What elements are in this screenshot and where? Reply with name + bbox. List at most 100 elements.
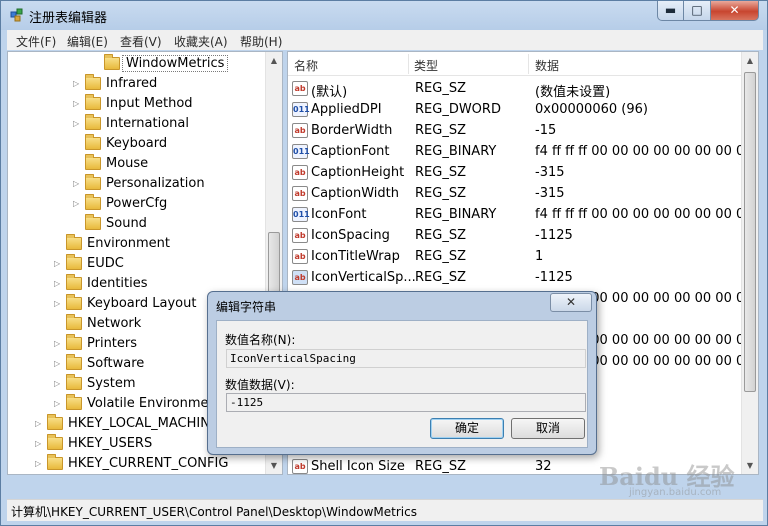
expand-arrow-icon[interactable]: ▷	[73, 179, 81, 188]
folder-icon	[66, 294, 82, 310]
expand-arrow-icon[interactable]: ▷	[54, 359, 62, 368]
binary-value-icon: 011	[292, 207, 310, 222]
folder-icon	[85, 114, 101, 130]
tree-item-label: Personalization	[106, 176, 205, 191]
expand-arrow-icon[interactable]: ▷	[35, 439, 43, 448]
value-type: REG_SZ	[415, 81, 466, 96]
string-value-icon: ab	[292, 228, 308, 243]
expand-arrow-icon[interactable]: ▷	[54, 279, 62, 288]
value-type: REG_SZ	[415, 123, 466, 138]
value-data-field[interactable]: -1125	[226, 393, 586, 412]
dialog-close-button[interactable]: ✕	[550, 293, 592, 312]
string-value-icon: ab	[292, 249, 308, 264]
value-type: REG_SZ	[415, 165, 466, 180]
value-type: REG_SZ	[415, 459, 466, 474]
value-type: REG_SZ	[415, 228, 466, 243]
tree-item-label: HKEY_LOCAL_MACHINE	[68, 416, 219, 431]
column-header-name[interactable]: 名称	[294, 57, 318, 74]
folder-icon	[66, 234, 82, 250]
folder-icon	[66, 314, 82, 330]
folder-icon	[66, 274, 82, 290]
value-row[interactable]: ab (默认) REG_SZ (数值未设置)	[288, 78, 743, 100]
value-row[interactable]: ab BorderWidth REG_SZ -15	[288, 120, 743, 141]
expand-arrow-icon[interactable]: ▷	[54, 259, 62, 268]
expand-arrow-icon[interactable]: ▷	[54, 339, 62, 348]
ok-button[interactable]: 确定	[430, 418, 504, 439]
cancel-button[interactable]: 取消	[511, 418, 585, 439]
tree-item-infrared[interactable]: ▷ Infrared	[8, 74, 266, 94]
scroll-down-icon[interactable]: ▼	[266, 457, 282, 474]
menu-help[interactable]: 帮助(H)	[240, 33, 282, 50]
watermark-url: jingyan.baidu.com	[629, 487, 722, 498]
tree-item-input-method[interactable]: ▷ Input Method	[8, 94, 266, 114]
menu-edit[interactable]: 编辑(E)	[67, 33, 108, 50]
expand-arrow-icon[interactable]: ▷	[54, 299, 62, 308]
menu-view[interactable]: 查看(V)	[120, 33, 162, 50]
scroll-up-icon[interactable]: ▲	[266, 52, 282, 69]
value-name: IconVerticalSp...	[311, 270, 416, 285]
tree-item-windowmetrics[interactable]: WindowMetrics	[8, 54, 266, 74]
expand-arrow-icon[interactable]: ▷	[54, 379, 62, 388]
tree-item-label: HKEY_USERS	[68, 436, 153, 451]
folder-icon	[66, 354, 82, 370]
value-row[interactable]: ab IconTitleWrap REG_SZ 1	[288, 246, 743, 267]
tree-item-hkey-current-config[interactable]: ▷ HKEY_CURRENT_CONFIG	[8, 454, 266, 474]
expand-arrow-icon[interactable]: ▷	[73, 119, 81, 128]
registry-editor-window: 注册表编辑器 ▬ □ ✕ 文件(F) 编辑(E) 查看(V) 收藏夹(A) 帮助…	[0, 0, 768, 526]
scrollbar-thumb[interactable]	[744, 72, 756, 392]
value-row[interactable]: ab IconSpacing REG_SZ -1125	[288, 225, 743, 246]
current-key-path: 计算机\HKEY_CURRENT_USER\Control Panel\Desk…	[11, 505, 417, 519]
value-data: (数值未设置)	[535, 85, 611, 100]
column-divider[interactable]	[408, 54, 409, 74]
expand-arrow-icon[interactable]: ▷	[35, 459, 43, 468]
tree-item-international[interactable]: ▷ International	[8, 114, 266, 134]
column-header-type[interactable]: 类型	[414, 57, 438, 74]
binary-value-icon: 011	[292, 102, 310, 117]
value-name: AppliedDPI	[311, 102, 382, 117]
value-row[interactable]: ab CaptionHeight REG_SZ -315	[288, 162, 743, 183]
value-row[interactable]: ab CaptionWidth REG_SZ -315	[288, 183, 743, 204]
close-button[interactable]: ✕	[711, 1, 759, 21]
tree-item-personalization[interactable]: ▷ Personalization	[8, 174, 266, 194]
folder-icon	[85, 174, 101, 190]
value-name: IconFont	[311, 207, 367, 222]
value-name: BorderWidth	[311, 123, 393, 138]
value-row[interactable]: 011 AppliedDPI REG_DWORD 0x00000060 (96)	[288, 99, 743, 120]
tree-item-mouse[interactable]: Mouse	[8, 154, 266, 174]
folder-icon	[85, 214, 101, 230]
column-divider[interactable]	[528, 54, 529, 74]
list-scrollbar[interactable]: ▲ ▼	[741, 52, 758, 474]
scroll-up-icon[interactable]: ▲	[742, 52, 758, 69]
value-row-selected[interactable]: ab IconVerticalSp... REG_SZ -1125	[288, 267, 743, 288]
list-header: 名称 类型 数据	[288, 52, 743, 76]
minimize-button[interactable]: ▬	[657, 1, 684, 21]
expand-arrow-icon[interactable]: ▷	[73, 199, 81, 208]
tree-item-keyboard[interactable]: Keyboard	[8, 134, 266, 154]
tree-item-label: Software	[87, 356, 145, 371]
tree-item-environment[interactable]: Environment	[8, 234, 266, 254]
column-header-data[interactable]: 数据	[535, 57, 559, 74]
string-value-icon: ab	[292, 81, 308, 96]
folder-icon	[66, 254, 82, 270]
expand-arrow-icon[interactable]: ▷	[73, 99, 81, 108]
value-data: 1	[535, 249, 544, 264]
menu-favorites[interactable]: 收藏夹(A)	[174, 33, 228, 50]
string-value-icon: ab	[292, 165, 308, 180]
value-row[interactable]: 011 IconFont REG_BINARY f4 ff ff ff 00 0…	[288, 204, 753, 225]
tree-item-label: Identities	[87, 276, 148, 291]
maximize-button[interactable]: □	[684, 1, 711, 21]
tree-item-label: PowerCfg	[106, 196, 168, 211]
expand-arrow-icon[interactable]: ▷	[35, 419, 43, 428]
scroll-down-icon[interactable]: ▼	[742, 457, 758, 474]
tree-item-sound[interactable]: Sound	[8, 214, 266, 234]
tree-item-powercfg[interactable]: ▷ PowerCfg	[8, 194, 266, 214]
menu-file[interactable]: 文件(F)	[16, 33, 56, 50]
folder-icon	[47, 454, 63, 470]
expand-arrow-icon[interactable]: ▷	[54, 399, 62, 408]
title-bar[interactable]: 注册表编辑器 ▬ □ ✕	[1, 1, 767, 30]
tree-item-eudc[interactable]: ▷ EUDC	[8, 254, 266, 274]
value-row[interactable]: 011 CaptionFont REG_BINARY f4 ff ff ff 0…	[288, 141, 753, 162]
expand-arrow-icon[interactable]: ▷	[73, 79, 81, 88]
value-name-field: IconVerticalSpacing	[226, 349, 586, 368]
tree-item-label: Infrared	[106, 76, 158, 91]
